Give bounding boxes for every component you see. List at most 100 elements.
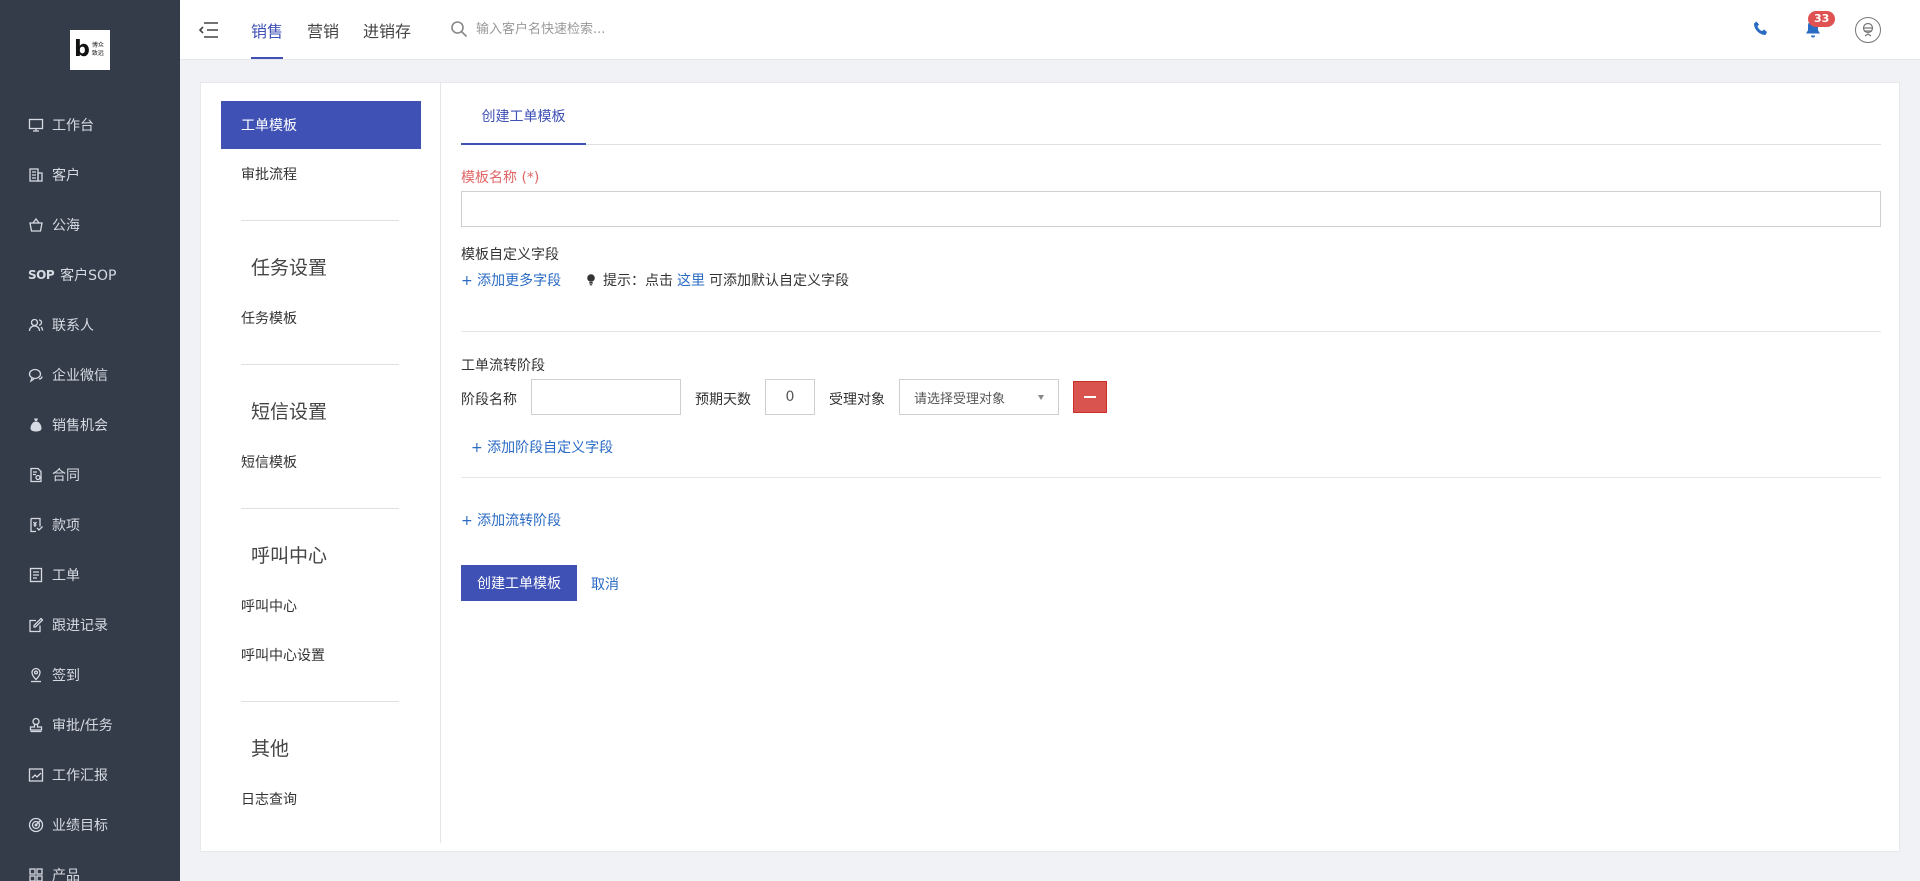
nav-item-follow-up[interactable]: 跟进记录 (0, 600, 180, 650)
sop-icon: SOP (28, 268, 55, 282)
add-more-fields-link[interactable]: + 添加更多字段 (461, 270, 561, 290)
nav-item-work-report[interactable]: 工作汇报 (0, 750, 180, 800)
grid-icon (29, 868, 43, 881)
stage-name-label: 阶段名称 (461, 392, 517, 408)
nav-item-contacts[interactable]: 联系人 (0, 300, 180, 350)
logo-letter: b (74, 37, 90, 62)
avatar[interactable] (1855, 17, 1881, 43)
template-name-input[interactable] (461, 191, 1881, 227)
menu-collapse-icon[interactable] (198, 20, 220, 40)
main-nav: 工作台 客户 公海 SOP 客户SOP 联系人 企业微信 销售机会 合同 款项 … (0, 100, 180, 881)
remove-stage-button[interactable] (1073, 381, 1107, 413)
assignee-select[interactable]: 请选择受理对象 (899, 379, 1059, 415)
wechat-icon (28, 368, 43, 383)
nav-item-products[interactable]: 产品 (0, 850, 180, 881)
nav-item-approvals[interactable]: 审批/任务 (0, 700, 180, 750)
dropdown-caret-icon (1038, 395, 1044, 400)
edit-icon (29, 617, 44, 633)
settings-item-call-center[interactable]: 呼叫中心 (221, 582, 421, 630)
nav-item-label: 客户SOP (60, 268, 117, 284)
phone-icon[interactable] (1752, 20, 1770, 38)
nav-item-contracts[interactable]: 合同 (0, 450, 180, 500)
report-icon (28, 768, 44, 782)
settings-item-approval-flow[interactable]: 审批流程 (221, 150, 421, 198)
settings-item-ticket-template[interactable]: 工单模板 (221, 101, 421, 149)
minus-icon (1084, 396, 1096, 398)
nav-item-wecom[interactable]: 企业微信 (0, 350, 180, 400)
brand-logo[interactable]: b 博众致远 (70, 30, 110, 70)
settings-item-task-template[interactable]: 任务模板 (221, 294, 421, 342)
nav-item-opportunities[interactable]: 销售机会 (0, 400, 180, 450)
tip-here-link[interactable]: 这里 (677, 270, 705, 290)
settings-group-title-other: 其他 (251, 738, 290, 760)
tab-sales[interactable]: 销售 (251, 18, 284, 59)
payment-icon (30, 517, 43, 533)
cancel-link[interactable]: 取消 (591, 574, 619, 594)
settings-divider (241, 508, 399, 509)
settings-group-title-task: 任务设置 (251, 257, 328, 279)
nav-item-customers[interactable]: 客户 (0, 150, 180, 200)
sidebar: b 博众致远 工作台 客户 公海 SOP 客户SOP 联系人 企业微信 销售机会… (0, 0, 180, 881)
stage-name-input[interactable] (531, 379, 681, 415)
nav-item-label: 联系人 (52, 318, 94, 334)
customer-search-input[interactable] (476, 16, 776, 42)
search-icon (451, 21, 468, 38)
settings-nav: 工单模板 审批流程 任务设置 任务模板 短信设置 短信模板 呼叫中心 呼叫中心 … (201, 83, 441, 843)
stamp-icon (29, 717, 43, 733)
settings-group-title-sms: 短信设置 (251, 401, 328, 423)
nav-item-targets[interactable]: 业绩目标 (0, 800, 180, 850)
nav-item-label: 销售机会 (52, 418, 108, 434)
settings-divider (241, 220, 399, 221)
nav-item-payments[interactable]: 款项 (0, 500, 180, 550)
assignee-select-value: 请选择受理对象 (914, 391, 1006, 407)
expected-days-input[interactable] (765, 379, 815, 415)
nav-item-check-in[interactable]: 签到 (0, 650, 180, 700)
nav-item-label: 款项 (52, 518, 80, 534)
contacts-icon (28, 318, 44, 332)
nav-item-label: 公海 (52, 218, 80, 234)
notification-badge: 33 (1808, 11, 1836, 27)
form-tabs: 创建工单模板 (461, 83, 1881, 145)
content-card: 工单模板 审批流程 任务设置 任务模板 短信设置 短信模板 呼叫中心 呼叫中心 … (200, 82, 1900, 852)
tab-inventory[interactable]: 进销存 (363, 18, 411, 42)
money-bag-icon (30, 418, 42, 432)
settings-item-log-query[interactable]: 日志查询 (221, 775, 421, 823)
add-stage-field-link[interactable]: + 添加阶段自定义字段 (471, 437, 613, 457)
user-avatar-icon (1862, 22, 1874, 37)
nav-item-label: 合同 (52, 468, 80, 484)
assignee-label: 受理对象 (829, 392, 885, 408)
add-stage-link[interactable]: + 添加流转阶段 (461, 510, 561, 530)
expected-days-label: 预期天数 (695, 392, 751, 408)
logo-text: 博众致远 (91, 42, 104, 57)
custom-fields-tip: 提示：点击 这里 可添加默认自定义字段 (585, 270, 849, 290)
nav-item-label: 审批/任务 (52, 718, 113, 734)
settings-item-call-center-settings[interactable]: 呼叫中心设置 (221, 631, 421, 679)
custom-fields-label: 模板自定义字段 (461, 247, 559, 263)
settings-item-sms-template[interactable]: 短信模板 (221, 438, 421, 486)
section-divider (461, 477, 1881, 478)
nav-item-label: 客户 (52, 168, 80, 184)
nav-item-workbench[interactable]: 工作台 (0, 100, 180, 150)
contract-icon (30, 467, 42, 483)
stage-section-label: 工单流转阶段 (461, 358, 545, 374)
tip-suffix: 可添加默认自定义字段 (709, 273, 849, 289)
monitor-icon (28, 118, 44, 132)
building-icon (29, 168, 43, 182)
nav-item-label: 跟进记录 (52, 618, 108, 634)
nav-item-label: 企业微信 (52, 368, 108, 384)
location-icon (31, 667, 41, 683)
settings-divider (241, 701, 399, 702)
nav-item-label: 签到 (52, 668, 80, 684)
create-template-button[interactable]: 创建工单模板 (461, 565, 577, 601)
stage-row: 阶段名称 预期天数 受理对象 请选择受理对象 (461, 379, 1161, 417)
nav-item-label: 工单 (52, 568, 80, 584)
nav-item-customer-sop[interactable]: SOP 客户SOP (0, 250, 180, 300)
tip-prefix: 提示：点击 (603, 273, 673, 289)
nav-item-tickets[interactable]: 工单 (0, 550, 180, 600)
basket-icon (29, 217, 43, 232)
tab-create-ticket-template[interactable]: 创建工单模板 (461, 107, 586, 145)
tab-marketing[interactable]: 营销 (307, 18, 339, 42)
settings-group-title-call-center: 呼叫中心 (251, 545, 328, 567)
nav-item-label: 业绩目标 (52, 818, 108, 834)
nav-item-public-pool[interactable]: 公海 (0, 200, 180, 250)
